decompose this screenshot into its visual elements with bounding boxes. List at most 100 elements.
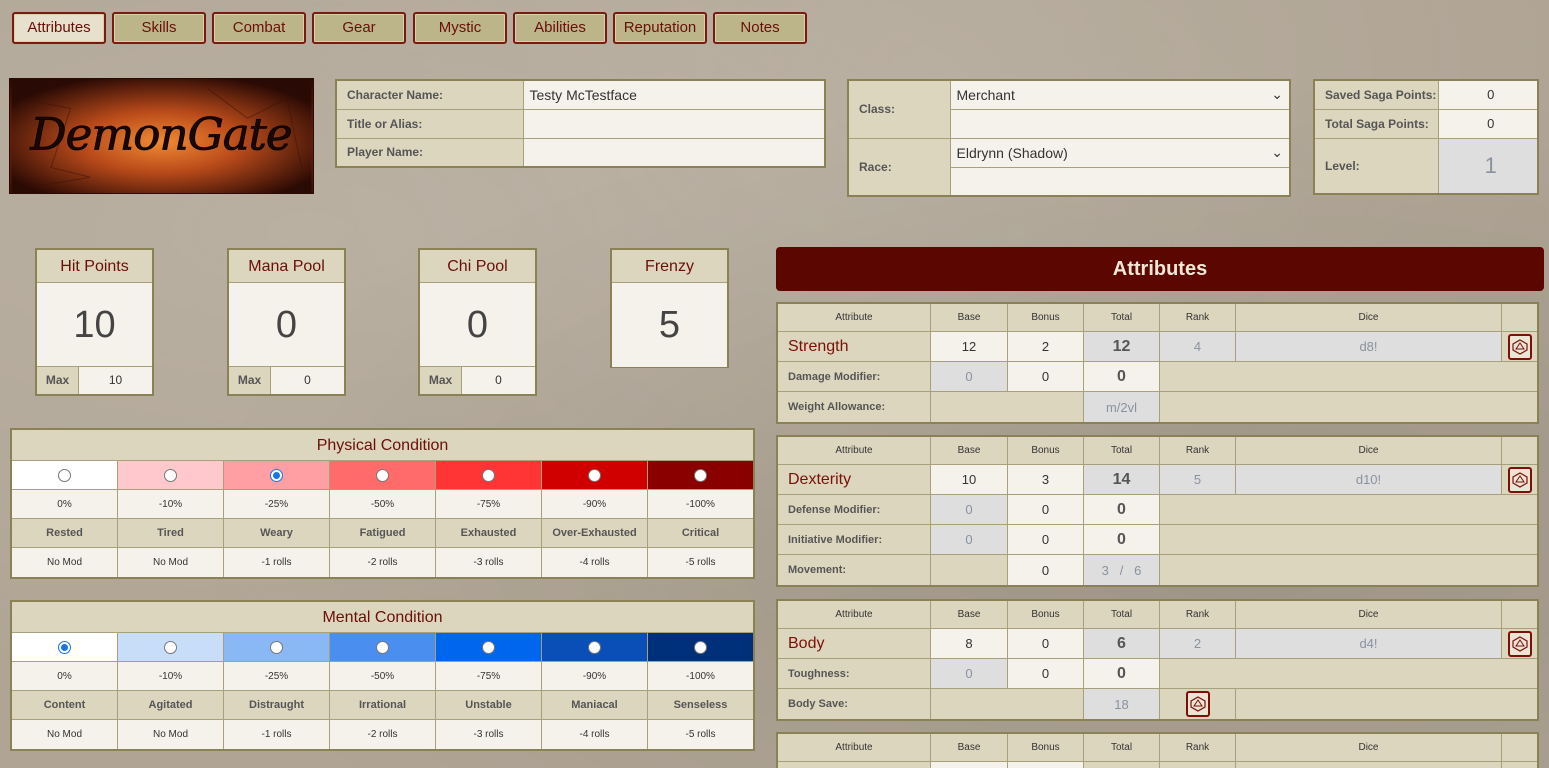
col-base: Base bbox=[931, 437, 1008, 464]
physical-pct-critical: -100% bbox=[648, 490, 753, 519]
physical-swatch-tired bbox=[118, 461, 224, 490]
body-bonus[interactable]: 0 bbox=[1008, 629, 1084, 658]
chi-pool-max[interactable]: 0 bbox=[462, 367, 535, 394]
movement-row: Movement: 0 3 / 6 bbox=[778, 555, 1537, 585]
mental-radio-irrational[interactable] bbox=[376, 640, 389, 654]
demongate-logo: DemonGate bbox=[9, 78, 314, 194]
movement-bonus[interactable]: 0 bbox=[1008, 555, 1084, 585]
physical-radio-weary[interactable] bbox=[270, 468, 283, 482]
dexterity-block: Attribute Base Bonus Total Rank Dice Dex… bbox=[776, 435, 1539, 587]
mental-radio-distraught[interactable] bbox=[270, 640, 283, 654]
physical-pct-row: 0% -10% -25% -50% -75% -90% -100% bbox=[12, 490, 753, 519]
strength-base[interactable]: 12 bbox=[931, 332, 1008, 361]
mental-pct-senseless: -100% bbox=[648, 662, 753, 691]
dexterity-roll-button[interactable] bbox=[1507, 466, 1532, 493]
saved-saga-input[interactable]: 0 bbox=[1437, 79, 1539, 110]
mental-radio-senseless[interactable] bbox=[694, 640, 707, 654]
damage-modifier-total: 0 bbox=[1084, 362, 1160, 391]
tab-reputation[interactable]: Reputation bbox=[613, 12, 707, 44]
mental-radio-unstable[interactable] bbox=[482, 640, 495, 654]
body-roll-button[interactable] bbox=[1507, 630, 1532, 657]
hit-points-max[interactable]: 10 bbox=[79, 367, 152, 394]
tab-attributes[interactable]: Attributes bbox=[12, 12, 106, 44]
physical-names-row: Rested Tired Weary Fatigued Exhausted Over-Ex… bbox=[12, 519, 753, 548]
player-name-input[interactable] bbox=[522, 137, 826, 168]
physical-swatch-exhausted bbox=[436, 461, 542, 490]
col-total: Total bbox=[1084, 304, 1160, 331]
frenzy-value[interactable]: 5 bbox=[612, 283, 727, 367]
initiative-modifier-label: Initiative Modifier: bbox=[778, 525, 931, 554]
hit-points-value[interactable]: 10 bbox=[37, 283, 152, 367]
dexterity-base[interactable]: 10 bbox=[931, 465, 1008, 494]
class-select[interactable]: Merchant ⌄ bbox=[949, 79, 1291, 110]
dexterity-bonus[interactable]: 3 bbox=[1008, 465, 1084, 494]
physical-radio-over-exhausted[interactable] bbox=[588, 468, 601, 482]
mana-pool-max[interactable]: 0 bbox=[271, 367, 344, 394]
empty-cell bbox=[1160, 362, 1537, 391]
chi-pool-title: Chi Pool bbox=[420, 250, 535, 283]
character-name-input[interactable]: Testy McTestface bbox=[522, 79, 826, 110]
race-select[interactable]: Eldrynn (Shadow) ⌄ bbox=[949, 137, 1291, 168]
weight-allowance-row: Weight Allowance: m/2vl bbox=[778, 392, 1537, 422]
mental-radio-content[interactable] bbox=[58, 640, 71, 654]
strength-bonus[interactable]: 2 bbox=[1008, 332, 1084, 361]
weight-allowance-label: Weight Allowance: bbox=[778, 392, 931, 422]
body-name: Body bbox=[778, 629, 931, 658]
player-name-label: Player Name: bbox=[335, 137, 524, 168]
col-bonus: Bonus bbox=[1008, 734, 1084, 761]
physical-radio-critical[interactable] bbox=[694, 468, 707, 482]
col-total: Total bbox=[1084, 734, 1160, 761]
mental-swatch-distraught bbox=[224, 633, 330, 662]
tab-skills[interactable]: Skills bbox=[112, 12, 206, 44]
partial-row bbox=[778, 762, 1537, 768]
attribute-header-row: Attribute Base Bonus Total Rank Dice bbox=[778, 437, 1537, 465]
mental-name-distraught: Distraught bbox=[224, 691, 330, 720]
class-extra-field[interactable] bbox=[949, 108, 1291, 139]
body-base[interactable]: 8 bbox=[931, 629, 1008, 658]
physical-mod-weary: -1 rolls bbox=[224, 548, 330, 577]
mana-pool-value[interactable]: 0 bbox=[229, 283, 344, 367]
toughness-total: 0 bbox=[1084, 659, 1160, 688]
initiative-modifier-bonus[interactable]: 0 bbox=[1008, 525, 1084, 554]
damage-modifier-bonus[interactable]: 0 bbox=[1008, 362, 1084, 391]
body-save-value: 18 bbox=[1084, 689, 1160, 719]
col-attribute: Attribute bbox=[778, 734, 931, 761]
tab-abilities[interactable]: Abilities bbox=[513, 12, 607, 44]
race-extra-field[interactable] bbox=[949, 166, 1291, 197]
defense-modifier-bonus[interactable]: 0 bbox=[1008, 495, 1084, 524]
mental-radio-agitated[interactable] bbox=[164, 640, 177, 654]
col-dice: Dice bbox=[1236, 437, 1502, 464]
toughness-bonus[interactable]: 0 bbox=[1008, 659, 1084, 688]
chi-pool-box: Chi Pool 0 Max 0 bbox=[418, 248, 537, 396]
tab-mystic[interactable]: Mystic bbox=[413, 12, 507, 44]
mental-mods-row: No Mod No Mod -1 rolls -2 rolls -3 rolls -4 r… bbox=[12, 720, 753, 749]
chi-pool-value[interactable]: 0 bbox=[420, 283, 535, 367]
physical-swatch-critical bbox=[648, 461, 753, 490]
body-row: Body 8 0 6 2 d4! bbox=[778, 629, 1537, 659]
toughness-row: Toughness: 0 0 0 bbox=[778, 659, 1537, 689]
strength-roll-button[interactable] bbox=[1507, 333, 1532, 360]
tab-gear[interactable]: Gear bbox=[312, 12, 406, 44]
mental-name-maniacal: Maniacal bbox=[542, 691, 648, 720]
tab-combat[interactable]: Combat bbox=[212, 12, 306, 44]
physical-radio-tired[interactable] bbox=[164, 468, 177, 482]
physical-swatch-weary bbox=[224, 461, 330, 490]
mana-pool-title: Mana Pool bbox=[229, 250, 344, 283]
physical-radio-exhausted[interactable] bbox=[482, 468, 495, 482]
mental-radio-maniacal[interactable] bbox=[588, 640, 601, 654]
tab-notes[interactable]: Notes bbox=[713, 12, 807, 44]
initiative-modifier-row: Initiative Modifier: 0 0 0 bbox=[778, 525, 1537, 555]
frenzy-title: Frenzy bbox=[612, 250, 727, 283]
physical-pct-weary: -25% bbox=[224, 490, 330, 519]
empty-cell bbox=[931, 555, 1008, 585]
chevron-down-icon: ⌄ bbox=[1271, 144, 1283, 160]
strength-dice: d8! bbox=[1236, 332, 1502, 361]
body-save-roll-button[interactable] bbox=[1185, 691, 1210, 717]
mental-swatch-irrational bbox=[330, 633, 436, 662]
physical-radio-rested[interactable] bbox=[58, 468, 71, 482]
physical-radio-fatigued[interactable] bbox=[376, 468, 389, 482]
attributes-header: Attributes bbox=[776, 247, 1544, 291]
character-info-table: Character Name: Testy McTestface Title o… bbox=[335, 79, 826, 168]
title-alias-input[interactable] bbox=[522, 108, 826, 139]
total-saga-input[interactable]: 0 bbox=[1437, 108, 1539, 139]
